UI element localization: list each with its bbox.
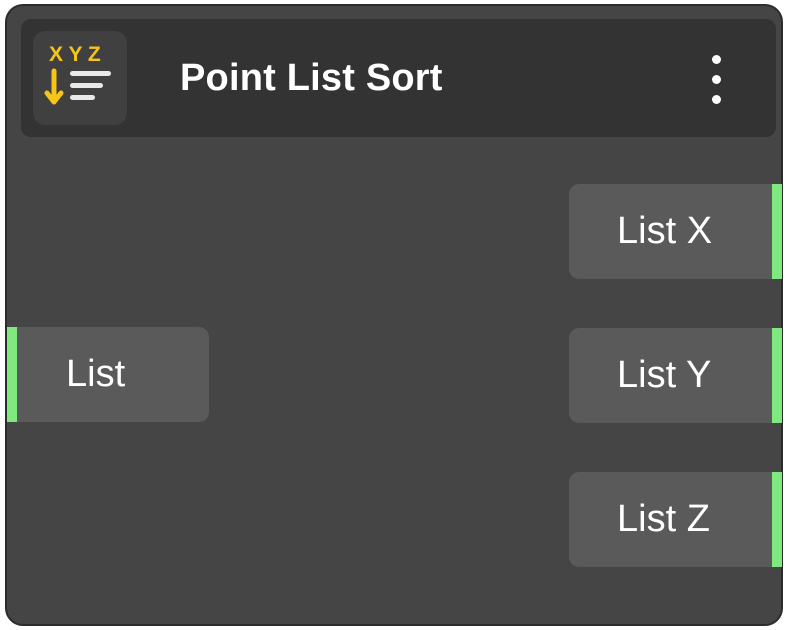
node-header[interactable]: X Y Z Point List Sort — [21, 19, 776, 137]
node-title: Point List Sort — [180, 57, 443, 99]
input-port-label: List — [66, 353, 126, 395]
input-handle-list[interactable] — [7, 327, 17, 422]
output-handle-list-z[interactable] — [772, 472, 782, 567]
output-handle-list-y[interactable] — [772, 328, 782, 423]
input-port-list[interactable]: List — [7, 327, 209, 422]
output-port-list-x[interactable]: List X — [569, 184, 782, 279]
output-port-list-y[interactable]: List Y — [569, 328, 782, 423]
menu-dot — [712, 55, 721, 64]
output-port-label: List Y — [617, 354, 712, 396]
output-port-label: List Z — [617, 498, 710, 540]
output-handle-list-x[interactable] — [772, 184, 782, 279]
xyz-sort-icon: X Y Z — [33, 31, 127, 125]
output-port-label: List X — [617, 210, 713, 252]
xyz-sort-icon-letters: X Y Z — [49, 43, 101, 66]
menu-dot — [712, 95, 721, 104]
more-vertical-icon[interactable] — [699, 53, 733, 105]
output-port-list-z[interactable]: List Z — [569, 472, 782, 567]
menu-dot — [712, 75, 721, 84]
point-list-sort-node[interactable]: X Y Z Point List Sort List List X List Y… — [5, 4, 783, 626]
